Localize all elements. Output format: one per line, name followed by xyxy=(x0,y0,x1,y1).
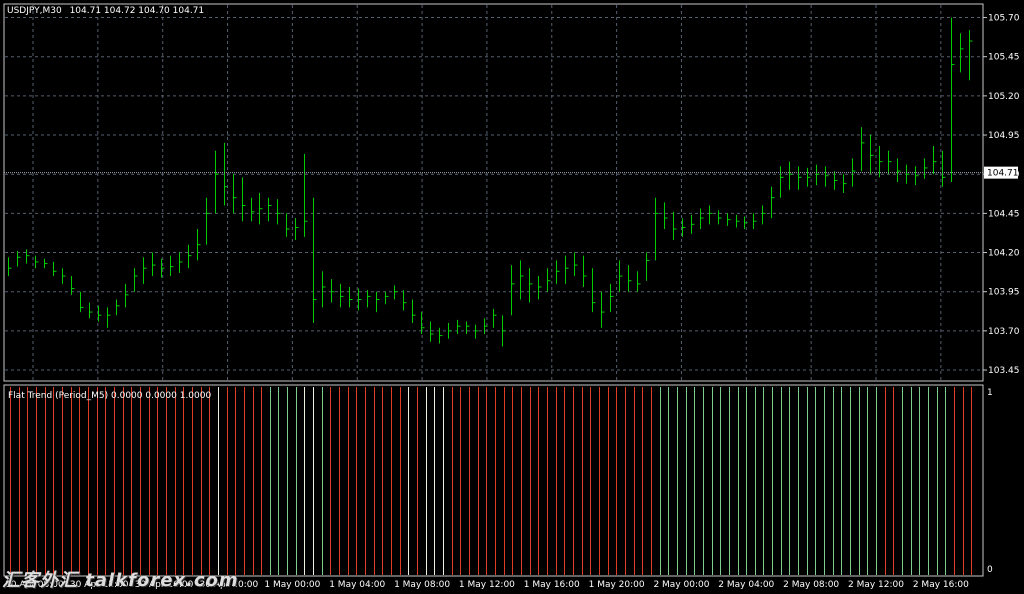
symbol-timeframe: USDJPY,M30 xyxy=(7,6,62,16)
x-tick-label: 1 May 16:00 xyxy=(524,580,580,590)
y-tick-label: 103.45 xyxy=(988,366,1020,376)
indicator-scale-bottom: 0 xyxy=(987,565,993,575)
x-tick-label: 2 May 04:00 xyxy=(718,580,774,590)
price-bars xyxy=(8,17,973,347)
current-price-tag: 104.71 xyxy=(987,169,1019,179)
x-tick-label: 2 May 12:00 xyxy=(848,580,904,590)
x-tick-label: 1 May 00:00 xyxy=(264,580,320,590)
chart-title: USDJPY,M30 104.71 104.72 104.70 104.71 xyxy=(7,6,204,16)
indicator-title: Flat Trend (Period_M5) 0.0000 0.0000 1.0… xyxy=(8,391,211,401)
x-tick-label: 2 May 08:00 xyxy=(783,580,839,590)
x-tick-label: 1 May 08:00 xyxy=(394,580,450,590)
y-tick-label: 104.20 xyxy=(988,249,1020,259)
x-tick-label: 2 May 16:00 xyxy=(913,580,969,590)
y-tick-label: 105.70 xyxy=(988,14,1020,24)
y-tick-label: 105.20 xyxy=(988,92,1020,102)
price-axis[interactable]: 105.70105.45105.20104.95104.70104.45104.… xyxy=(983,14,1020,377)
y-tick-label: 103.70 xyxy=(988,327,1020,337)
indicator-histogram xyxy=(10,387,972,575)
x-tick-label: 1 May 12:00 xyxy=(459,580,515,590)
y-tick-label: 104.45 xyxy=(988,209,1020,219)
y-tick-label: 104.95 xyxy=(988,131,1020,141)
indicator-scale-top: 1 xyxy=(987,388,993,398)
indicator-frame xyxy=(3,384,984,577)
watermark-logo: 汇客外汇 talkforex.com xyxy=(2,570,239,591)
x-tick-label: 1 May 20:00 xyxy=(589,580,645,590)
x-tick-label: 2 May 00:00 xyxy=(653,580,709,590)
y-tick-label: 103.95 xyxy=(988,288,1020,298)
x-tick-label: 1 May 04:00 xyxy=(329,580,385,590)
chart-window: 105.70105.45105.20104.95104.70104.45104.… xyxy=(3,3,1020,590)
y-tick-label: 105.45 xyxy=(988,53,1020,63)
ohlc-readout: 104.71 104.72 104.70 104.71 xyxy=(70,6,205,16)
